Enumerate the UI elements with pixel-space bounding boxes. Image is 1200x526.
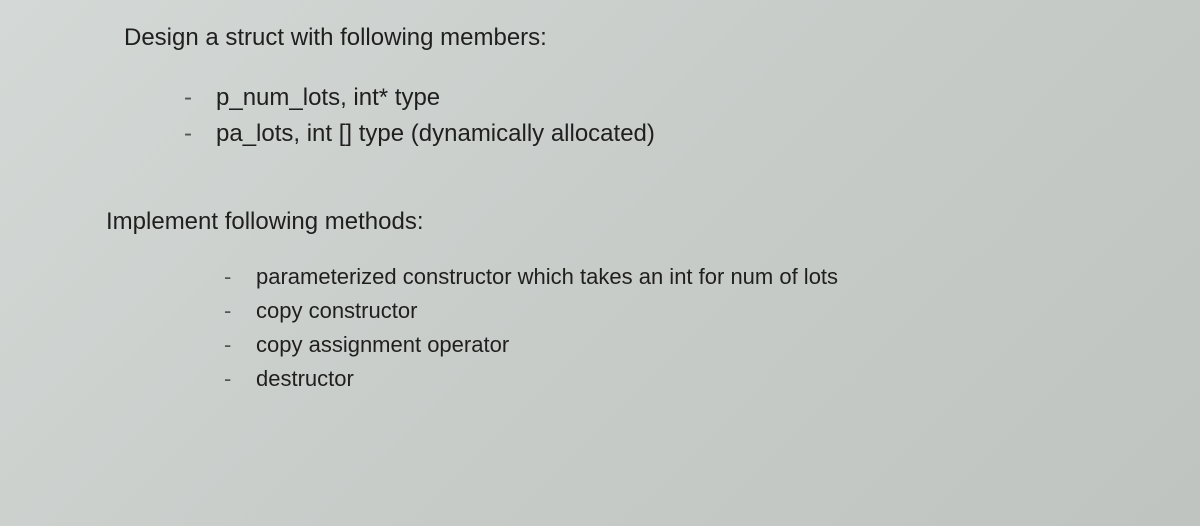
list-item: - copy assignment operator <box>224 328 1200 362</box>
bullet-icon: - <box>224 362 256 396</box>
list-item: - copy constructor <box>224 294 1200 328</box>
bullet-icon: - <box>184 80 216 116</box>
list-item: - parameterized constructor which takes … <box>224 260 1200 294</box>
list-item-text: pa_lots, int [] type (dynamically alloca… <box>216 116 1200 152</box>
list-item-text: destructor <box>256 362 1200 396</box>
list-item-text: parameterized constructor which takes an… <box>256 260 1200 294</box>
list-item: - pa_lots, int [] type (dynamically allo… <box>184 116 1200 152</box>
section2-heading: Implement following methods: <box>106 208 1200 236</box>
bullet-icon: - <box>184 116 216 152</box>
list-item: - p_num_lots, int* type <box>184 80 1200 116</box>
list-item-text: p_num_lots, int* type <box>216 80 1200 116</box>
bullet-icon: - <box>224 294 256 328</box>
list-item-text: copy constructor <box>256 294 1200 328</box>
section1-heading: Design a struct with following members: <box>124 24 1200 52</box>
section2-list: - parameterized constructor which takes … <box>224 260 1200 396</box>
list-item-text: copy assignment operator <box>256 328 1200 362</box>
section1-list: - p_num_lots, int* type - pa_lots, int [… <box>184 80 1200 152</box>
bullet-icon: - <box>224 328 256 362</box>
list-item: - destructor <box>224 362 1200 396</box>
bullet-icon: - <box>224 260 256 294</box>
